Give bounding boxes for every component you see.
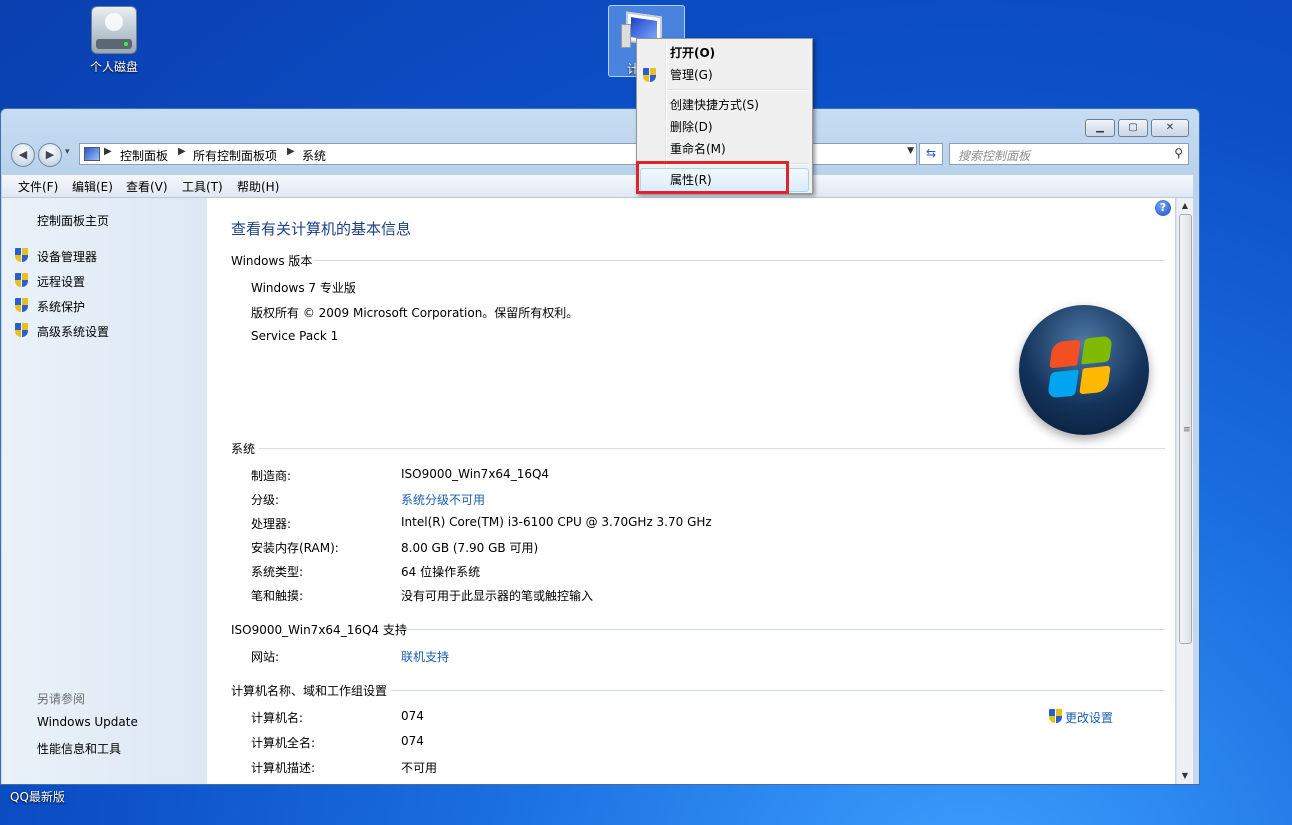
vertical-scrollbar[interactable]: ▲ ≡ ▼ bbox=[1176, 198, 1193, 784]
forward-button[interactable]: ▶ bbox=[38, 143, 62, 167]
info-value: 074 bbox=[401, 709, 424, 723]
device-manager-link[interactable]: 设备管理器 bbox=[37, 248, 97, 265]
refresh-button[interactable]: ⇆ bbox=[919, 143, 943, 165]
service-pack: Service Pack 1 bbox=[251, 329, 339, 343]
minimize-button[interactable]: ▁ bbox=[1085, 119, 1115, 137]
info-label: 分级: bbox=[251, 493, 280, 507]
shield-icon bbox=[15, 248, 28, 262]
menu-edit[interactable]: 编辑(E) bbox=[72, 178, 113, 195]
breadcrumb-all-items[interactable]: 所有控制面板项 bbox=[193, 147, 277, 164]
search-icon[interactable]: ⚲ bbox=[1174, 146, 1183, 160]
info-value: 64 位操作系统 bbox=[401, 565, 481, 579]
info-label: 处理器: bbox=[251, 517, 292, 531]
shield-icon bbox=[1049, 709, 1062, 723]
shield-icon bbox=[15, 298, 28, 312]
shield-icon bbox=[15, 273, 28, 287]
recent-pages-dropdown[interactable]: ▾ bbox=[65, 147, 70, 157]
info-value: 074 bbox=[401, 734, 424, 748]
refresh-icon: ⇆ bbox=[925, 146, 937, 160]
info-label: 系统类型: bbox=[251, 565, 304, 579]
windows-update-link[interactable]: Windows Update bbox=[37, 715, 138, 729]
section-heading-system: 系统 bbox=[231, 442, 256, 456]
computer-icon bbox=[84, 147, 100, 161]
info-label: 网站: bbox=[251, 650, 280, 664]
info-value: ISO9000_Win7x64_16Q4 bbox=[401, 467, 550, 481]
scrollbar-thumb[interactable]: ≡ bbox=[1179, 214, 1192, 644]
chevron-right-icon[interactable]: ▶ bbox=[178, 146, 186, 157]
help-icon[interactable]: ? bbox=[1155, 200, 1171, 216]
close-button[interactable]: ✕ bbox=[1151, 119, 1189, 137]
navigation-bar: ◀ ▶ ▾ ▶ 控制面板 ▶ 所有控制面板项 ▶ 系统 ▼ ⇆ 搜索控制面板 ⚲ bbox=[9, 141, 1189, 167]
highlight-box bbox=[636, 161, 789, 194]
section-heading-support: ISO9000_Win7x64_16Q4 支持 bbox=[231, 623, 407, 637]
info-label: 计算机描述: bbox=[251, 761, 316, 775]
system-window: ▁ ▢ ✕ ◀ ▶ ▾ ▶ 控制面板 ▶ 所有控制面板项 ▶ 系统 ▼ ⇆ 搜索… bbox=[0, 108, 1200, 785]
copyright-text: 版权所有 © 2009 Microsoft Corporation。保留所有权利… bbox=[251, 306, 579, 320]
main-content: ? 查看有关计算机的基本信息 Windows 版本 Windows 7 专业版 … bbox=[207, 198, 1175, 784]
info-value: 8.00 GB (7.90 GB 可用) bbox=[401, 541, 539, 555]
menu-item-create-shortcut[interactable]: 创建快捷方式(S) bbox=[670, 96, 759, 113]
section-heading-edition: Windows 版本 bbox=[231, 254, 313, 268]
taskbar: QQ最新版 bbox=[0, 783, 1292, 825]
search-input[interactable]: 搜索控制面板 ⚲ bbox=[949, 143, 1189, 165]
back-button[interactable]: ◀ bbox=[11, 143, 35, 167]
left-pane: 控制面板主页 设备管理器 远程设置 系统保护 高级系统设置 另请参阅 Windo… bbox=[2, 198, 207, 784]
online-support-link[interactable]: 联机支持 bbox=[401, 648, 449, 665]
menu-item-open[interactable]: 打开(O) bbox=[670, 44, 715, 61]
info-label: 笔和触摸: bbox=[251, 589, 304, 603]
menu-file[interactable]: 文件(F) bbox=[18, 178, 58, 195]
scroll-down-icon[interactable]: ▼ bbox=[1177, 768, 1193, 784]
performance-info-link[interactable]: 性能信息和工具 bbox=[37, 740, 121, 757]
page-title: 查看有关计算机的基本信息 bbox=[231, 220, 412, 238]
info-label: 计算机名: bbox=[251, 711, 304, 725]
desktop-icon-label: 个人磁盘 bbox=[89, 60, 138, 74]
menu-view[interactable]: 查看(V) bbox=[126, 178, 168, 195]
remote-settings-link[interactable]: 远程设置 bbox=[37, 273, 85, 290]
breadcrumb-system[interactable]: 系统 bbox=[302, 147, 326, 164]
search-placeholder: 搜索控制面板 bbox=[958, 149, 1031, 163]
menu-bar: 文件(F) 编辑(E) 查看(V) 工具(T) 帮助(H) bbox=[2, 175, 1193, 198]
system-rating-link[interactable]: 系统分级不可用 bbox=[401, 491, 485, 508]
scroll-up-icon[interactable]: ▲ bbox=[1177, 198, 1193, 214]
chevron-right-icon[interactable]: ▶ bbox=[287, 146, 295, 157]
see-also-heading: 另请参阅 bbox=[37, 692, 86, 706]
shield-icon bbox=[15, 323, 28, 337]
info-value: 没有可用于此显示器的笔或触控输入 bbox=[401, 589, 594, 603]
menu-tools[interactable]: 工具(T) bbox=[182, 178, 223, 195]
info-value: 不可用 bbox=[401, 761, 438, 775]
shield-icon bbox=[643, 68, 656, 82]
info-label: 制造商: bbox=[251, 469, 292, 483]
chevron-right-icon[interactable]: ▶ bbox=[104, 146, 112, 157]
menu-item-rename[interactable]: 重命名(M) bbox=[670, 140, 726, 157]
menu-item-delete[interactable]: 删除(D) bbox=[670, 118, 713, 135]
system-protection-link[interactable]: 系统保护 bbox=[37, 298, 85, 315]
chevron-down-icon[interactable]: ▼ bbox=[907, 146, 914, 156]
maximize-button[interactable]: ▢ bbox=[1118, 119, 1148, 137]
advanced-settings-link[interactable]: 高级系统设置 bbox=[37, 323, 109, 340]
info-label: 安装内存(RAM): bbox=[251, 541, 339, 555]
windows-logo bbox=[1019, 305, 1149, 435]
breadcrumb-control-panel[interactable]: 控制面板 bbox=[120, 147, 168, 164]
window-controls: ▁ ▢ ✕ bbox=[1085, 119, 1189, 137]
change-settings-link[interactable]: 更改设置 bbox=[1065, 709, 1113, 726]
disk-icon bbox=[91, 6, 137, 54]
section-heading-computer-name: 计算机名称、域和工作组设置 bbox=[231, 684, 388, 698]
menu-help[interactable]: 帮助(H) bbox=[237, 178, 279, 195]
info-value: Intel(R) Core(TM) i3-6100 CPU @ 3.70GHz … bbox=[401, 515, 712, 529]
edition-name: Windows 7 专业版 bbox=[251, 281, 356, 295]
desktop-icon-personal-disk[interactable]: 个人磁盘 bbox=[84, 6, 144, 75]
control-panel-home-link[interactable]: 控制面板主页 bbox=[37, 212, 109, 229]
menu-item-manage[interactable]: 管理(G) bbox=[670, 66, 713, 83]
info-label: 计算机全名: bbox=[251, 736, 316, 750]
taskbar-item-qq[interactable]: QQ最新版 bbox=[10, 788, 65, 805]
